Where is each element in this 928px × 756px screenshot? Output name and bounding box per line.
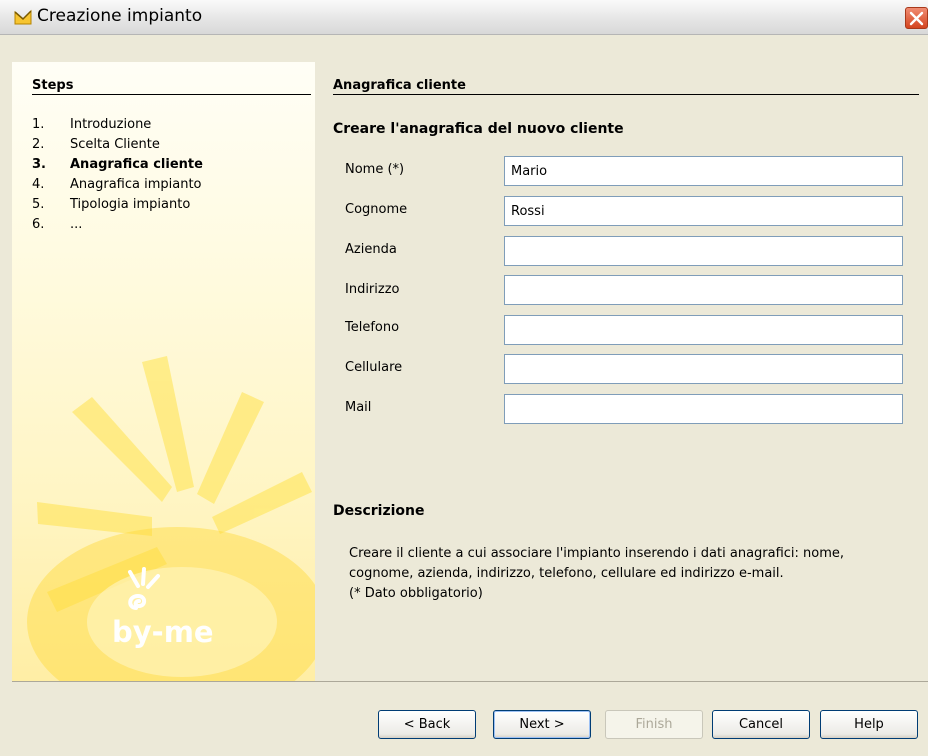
finish-button[interactable]: Finish	[605, 710, 703, 739]
cognome-field[interactable]	[504, 196, 903, 226]
steps-panel: Steps 1. Introduzione 2. Scelta Cliente 3.…	[12, 62, 315, 681]
window-title: Creazione impianto	[37, 6, 203, 26]
telefono-field[interactable]	[504, 315, 903, 345]
description-title: Descrizione	[333, 503, 425, 519]
help-button[interactable]: Help	[820, 710, 918, 739]
step-item: 2. Scelta Cliente	[32, 135, 203, 155]
cellulare-field[interactable]	[504, 354, 903, 384]
step-number: 4.	[32, 177, 45, 192]
close-icon	[909, 11, 924, 26]
step-item-current: 3. Anagrafica cliente	[32, 155, 203, 175]
step-label: Anagrafica impianto	[70, 177, 202, 192]
description-text: Creare il cliente a cui associare l'impi…	[349, 544, 909, 604]
steps-divider	[32, 94, 311, 95]
step-number: 5.	[32, 197, 45, 212]
app-logo-icon	[14, 9, 32, 25]
content-panel: Anagrafica cliente Creare l'anagrafica d…	[315, 62, 928, 681]
azienda-field[interactable]	[504, 236, 903, 266]
step-item: 4. Anagrafica impianto	[32, 175, 203, 195]
form-subtitle: Creare l'anagrafica del nuovo cliente	[333, 121, 624, 137]
steps-title: Steps	[32, 78, 74, 93]
step-number: 3.	[32, 157, 46, 172]
mail-field[interactable]	[504, 394, 903, 424]
wizard-window: Creazione impianto Steps 1. Introduzione…	[0, 0, 928, 756]
step-number: 1.	[32, 117, 45, 132]
step-label: Introduzione	[70, 117, 152, 132]
azienda-label: Azienda	[345, 242, 397, 257]
step-label: Anagrafica cliente	[70, 157, 203, 172]
description-line: (* Dato obbligatorio)	[349, 586, 483, 601]
step-label: Tipologia impianto	[70, 197, 191, 212]
description-line: cognome, azienda, indirizzo, telefono, c…	[349, 566, 784, 581]
cognome-label: Cognome	[345, 202, 408, 217]
by-me-logo-icon	[128, 567, 160, 610]
indirizzo-label: Indirizzo	[345, 282, 400, 297]
step-item: 1. Introduzione	[32, 115, 203, 135]
back-button[interactable]: < Back	[378, 710, 476, 739]
title-divider	[333, 94, 919, 95]
cancel-button[interactable]: Cancel	[712, 710, 810, 739]
page-title: Anagrafica cliente	[333, 78, 466, 93]
description-line: Creare il cliente a cui associare l'impi…	[349, 546, 845, 561]
nome-label: Nome (*)	[345, 162, 405, 177]
indirizzo-field[interactable]	[504, 275, 903, 305]
by-me-logo-text: by-me	[112, 615, 214, 649]
cellulare-label: Cellulare	[345, 360, 403, 375]
steps-list: 1. Introduzione 2. Scelta Cliente 3. Anagra…	[32, 115, 203, 235]
mail-label: Mail	[345, 400, 372, 415]
step-item: 6....	[32, 215, 203, 235]
close-button[interactable]	[905, 7, 928, 29]
step-label: Scelta Cliente	[70, 137, 160, 152]
step-item: 5. Tipologia impianto	[32, 195, 203, 215]
telefono-label: Telefono	[345, 320, 400, 335]
step-number: 2.	[32, 137, 45, 152]
next-button[interactable]: Next >	[493, 710, 591, 739]
step-label: ...	[70, 217, 83, 232]
footer-divider	[12, 681, 928, 682]
nome-field[interactable]	[504, 156, 903, 186]
step-number: 6.	[32, 217, 45, 232]
title-bar[interactable]: Creazione impianto	[0, 0, 928, 35]
